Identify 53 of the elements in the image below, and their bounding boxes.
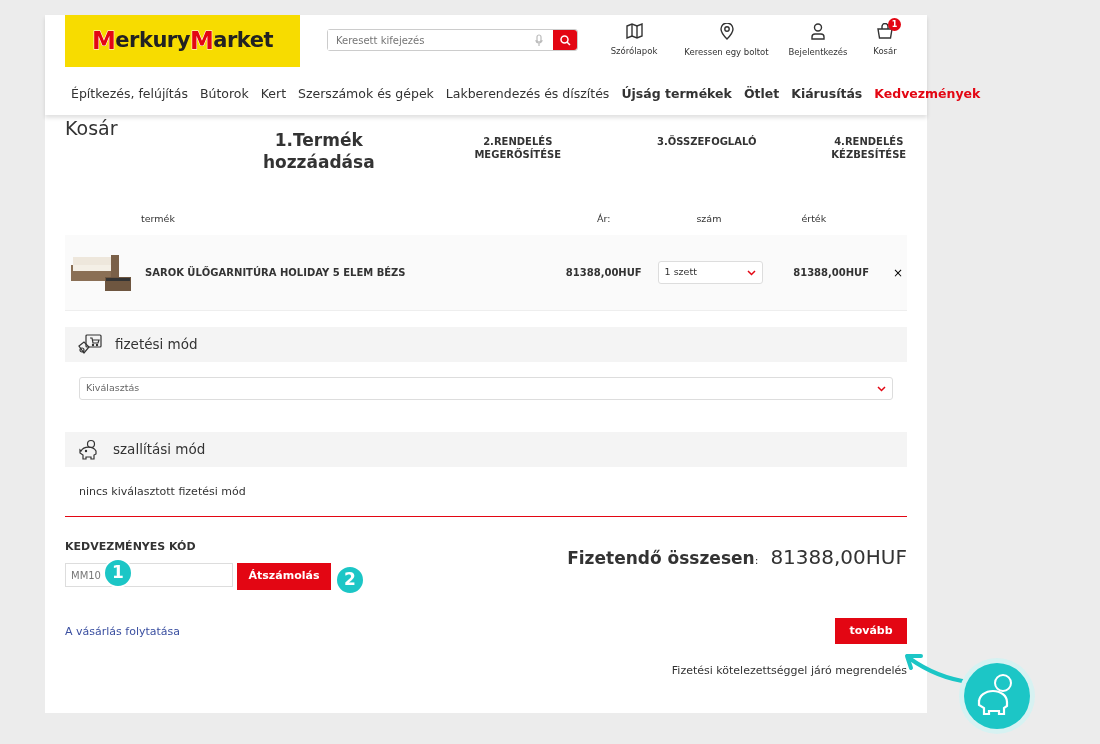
header-action-button[interactable]: Bejelentkezés <box>773 18 863 59</box>
column-header: termék <box>141 211 175 226</box>
page-title: Kosár <box>65 117 118 139</box>
nav-link[interactable]: Kert <box>260 85 287 104</box>
map-icon <box>625 23 643 39</box>
checkout-step-tab[interactable]: 3.ÖSSZEFOGLALÓ <box>643 135 771 148</box>
quantity-dropdown[interactable]: 1 szett <box>657 261 764 284</box>
checkout-step-tab[interactable]: 4.RENDELÉS KÉZBESÍTÉSE <box>830 135 907 161</box>
user-icon <box>811 23 825 40</box>
header-action-button[interactable]: Keressen egy boltot <box>680 18 773 59</box>
header-action-button[interactable]: Szórólapok <box>588 18 680 59</box>
nav-link[interactable]: Újság termékek <box>621 85 732 104</box>
column-header: érték <box>801 211 827 226</box>
section-title: szallítási mód <box>113 440 206 460</box>
cart-count-badge: 1 <box>888 18 901 31</box>
remove-button[interactable]: × <box>888 263 907 282</box>
nav-link[interactable]: Bútorok <box>199 85 249 104</box>
price: 81388,00HUF <box>565 266 643 280</box>
nav-link[interactable]: Szerszámok és gépek <box>298 85 434 104</box>
header-action-button[interactable]: Kosár 1 <box>863 18 907 59</box>
checkout-step-tab[interactable]: 2.RENDELÉS MEGERŐSÍTÉSE <box>462 135 573 161</box>
recalculate-button[interactable]: Átszámolás <box>237 563 331 590</box>
nav-link[interactable]: Lakberendezés és díszítés <box>445 85 610 104</box>
shipping-message: nincs kiválasztott fizetési mód <box>79 484 247 500</box>
nav-link[interactable]: Ötlet <box>743 85 780 104</box>
search-button[interactable] <box>553 30 577 50</box>
location-pin-icon <box>719 23 734 40</box>
nav-link[interactable]: Kedvezmények <box>874 85 981 104</box>
search-field[interactable]: Keresett kifejezés <box>327 29 578 51</box>
column-header: szám <box>696 211 722 226</box>
shopping-bag-icon <box>877 23 893 39</box>
order-note: Fizetési kötelezettséggel járó megrendelés <box>670 663 907 679</box>
total-amount: 81388,00HUF <box>770 543 907 571</box>
logo[interactable]: MerkuryMarket <box>65 15 300 67</box>
product-name: SAROK ÜLŐGARNITÚRA HOLIDAY 5 ELEM BÉZS <box>145 265 407 280</box>
step-number-badge: 1 <box>103 558 133 588</box>
total-label: Fizetendő összesen <box>567 546 755 570</box>
search-icon <box>559 34 571 46</box>
colon: : <box>754 552 759 569</box>
line-total: 81388,00HUF <box>793 266 871 280</box>
payment-icon <box>77 333 103 356</box>
nav-link[interactable]: Kiárusítás <box>791 85 863 104</box>
nav-link[interactable]: Építkezés, felújítás <box>71 85 188 104</box>
section-title: fizetési mód <box>115 335 198 355</box>
continue-shopping-link[interactable]: A vásárlás folytatása <box>65 624 181 641</box>
caret-icon <box>747 269 757 276</box>
step-number-badge: 2 <box>335 565 365 595</box>
payment-method-dropdown[interactable]: Kiválasztás <box>79 377 893 400</box>
checkout-step-tab[interactable]: 1.Termék hozzáadása <box>255 129 383 173</box>
column-header: Ár: <box>596 211 611 226</box>
coupon-label: KEDVEZMÉNYES KÓD <box>65 538 197 555</box>
next-button[interactable]: tovább <box>835 618 907 644</box>
caret-icon <box>877 385 886 392</box>
